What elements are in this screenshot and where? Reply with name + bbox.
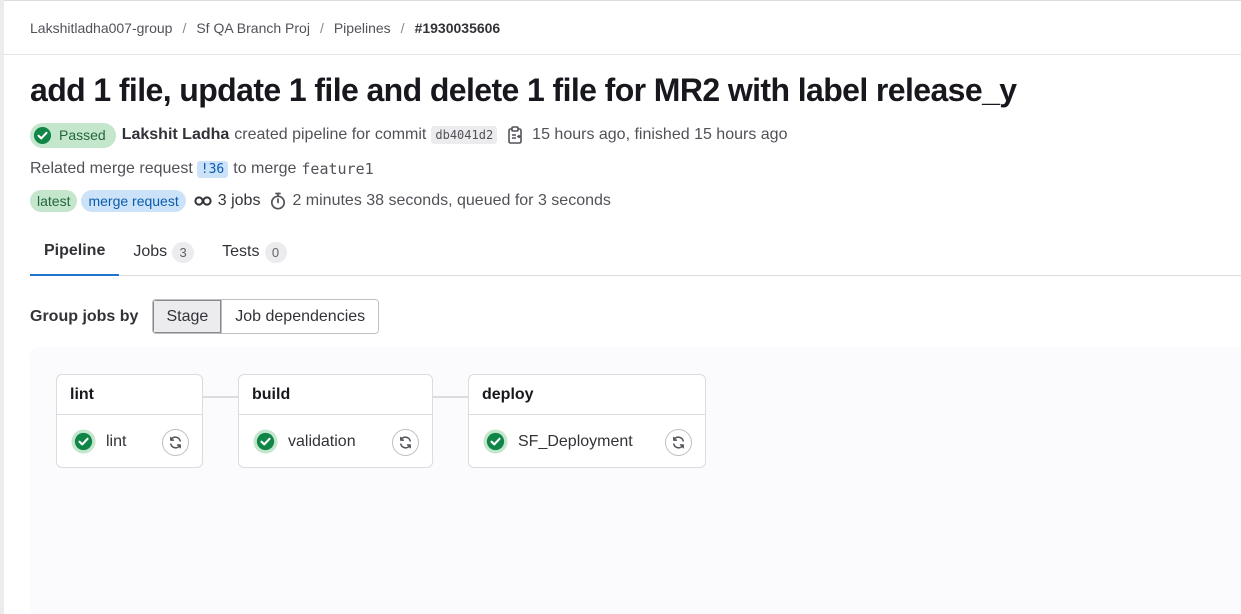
left-sidebar-edge — [0, 0, 4, 614]
merge-request-link[interactable]: !36 — [196, 160, 229, 178]
jobs-count-text: 3 jobs — [217, 192, 261, 209]
breadcrumb: Lakshitladha007-group / Sf QA Branch Pro… — [30, 20, 500, 36]
status-label: Passed — [59, 127, 106, 143]
timer-icon — [271, 192, 286, 210]
job-name: lint — [106, 432, 127, 450]
stage-name: lint — [57, 375, 202, 415]
stage-deploy: deploy SF_Deployment — [468, 374, 706, 468]
time-text: 15 hours ago, finished 15 hours ago — [532, 126, 788, 143]
group-by-label: Group jobs by — [30, 307, 139, 325]
stage-lint: lint lint — [56, 374, 203, 468]
tab-pipeline[interactable]: Pipeline — [30, 228, 120, 276]
breadcrumb-project[interactable]: Sf QA Branch Proj — [196, 20, 310, 36]
copy-to-clipboard-icon[interactable] — [507, 126, 523, 144]
stage-connector — [433, 396, 468, 398]
pipeline-tabs: Pipeline Jobs 3 Tests 0 — [30, 228, 1241, 276]
stage-build: build validation — [238, 374, 433, 468]
status-badge[interactable]: Passed — [30, 122, 116, 148]
group-by-dependencies-button[interactable]: Job dependencies — [221, 300, 379, 333]
pipeline-meta: Passed Lakshit Ladha created pipeline fo… — [30, 122, 787, 148]
pipeline-graph: lint lint build validation deploy SF_Dep… — [30, 347, 1241, 614]
tab-tests-count: 0 — [264, 241, 287, 263]
group-by-toggle: Stage Job dependencies — [152, 299, 380, 334]
page-title: add 1 file, update 1 file and delete 1 f… — [30, 72, 1017, 108]
retry-icon[interactable] — [162, 429, 189, 456]
stage-name: build — [239, 375, 432, 415]
job-validation[interactable]: validation — [239, 415, 432, 468]
merge-request-badge: merge request — [81, 190, 186, 212]
breadcrumb-group[interactable]: Lakshitladha007-group — [30, 20, 172, 36]
breadcrumb-separator: / — [400, 20, 405, 36]
job-sf-deployment[interactable]: SF_Deployment — [469, 415, 705, 468]
success-status-icon — [71, 429, 96, 454]
breadcrumb-separator: / — [319, 20, 324, 36]
group-by-stage-button[interactable]: Stage — [153, 300, 222, 333]
check-circle-icon — [33, 126, 52, 145]
created-text: created pipeline for commit — [234, 126, 427, 143]
top-border — [0, 0, 1241, 1]
group-jobs-by: Group jobs by Stage Job dependencies — [30, 299, 380, 334]
retry-icon[interactable] — [665, 429, 692, 456]
breadcrumb-pipeline-id[interactable]: #1930035606 — [415, 20, 501, 36]
tab-jobs-label: Jobs — [133, 243, 168, 260]
tab-pipeline-label: Pipeline — [44, 242, 106, 259]
duration: 2 minutes 38 seconds, queued for 3 secon… — [270, 192, 611, 210]
related-merge-request: Related merge request !36 to merge featu… — [30, 158, 374, 180]
tab-jobs[interactable]: Jobs 3 — [119, 228, 208, 276]
job-lint[interactable]: lint — [57, 415, 202, 468]
stage-connector — [203, 396, 238, 398]
related-middle: to merge — [233, 160, 297, 177]
stage-name: deploy — [469, 375, 705, 415]
related-prefix: Related merge request — [30, 160, 193, 177]
breadcrumb-pipelines[interactable]: Pipelines — [334, 20, 391, 36]
commit-sha[interactable]: db4041d2 — [431, 126, 498, 144]
success-status-icon — [483, 429, 508, 454]
job-name: SF_Deployment — [518, 432, 633, 450]
tab-tests-label: Tests — [222, 243, 260, 260]
pipeline-icon — [194, 196, 212, 206]
job-name: validation — [288, 432, 356, 450]
duration-text: 2 minutes 38 seconds, queued for 3 secon… — [292, 192, 611, 209]
source-branch[interactable]: feature1 — [301, 160, 373, 178]
author-link[interactable]: Lakshit Ladha — [122, 126, 230, 144]
retry-icon[interactable] — [392, 429, 419, 456]
jobs-count: 3 jobs — [194, 192, 261, 210]
tab-tests[interactable]: Tests 0 — [208, 228, 300, 276]
breadcrumb-separator: / — [182, 20, 187, 36]
latest-badge: latest — [30, 190, 78, 212]
tab-jobs-count: 3 — [172, 241, 195, 263]
success-status-icon — [253, 429, 278, 454]
pipeline-badges: latest merge request 3 jobs 2 minutes 38… — [30, 189, 611, 213]
header-divider — [4, 54, 1241, 55]
